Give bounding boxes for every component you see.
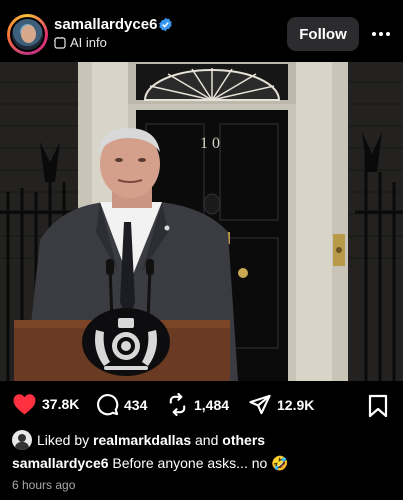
share-button[interactable]: 12.9K (248, 393, 314, 416)
repost-button[interactable]: 1,484 (166, 393, 229, 416)
verified-badge-icon (159, 17, 172, 32)
comment-count: 434 (124, 396, 148, 413)
caption-emoji: 🤣 (271, 455, 289, 471)
follow-button[interactable]: Follow (287, 17, 359, 51)
post-caption: samallardyce6 Before anyone asks... no 🤣 (12, 455, 289, 472)
post-actions-bar: 37.8K 434 1,484 12.9K (0, 385, 403, 425)
send-paper-plane-icon (249, 394, 271, 415)
more-horizontal-icon (372, 32, 390, 36)
comment-button[interactable]: 434 (96, 393, 147, 416)
like-button[interactable]: 37.8K (12, 393, 79, 415)
caption-text: Before anyone asks... no (112, 455, 268, 471)
liked-by-row[interactable]: Liked by realmarkdallas and others (12, 430, 265, 450)
avatar-image (10, 17, 45, 52)
ai-info-icon (54, 36, 66, 49)
heart-filled-icon (13, 394, 36, 415)
liked-by-avatar (12, 430, 32, 450)
profile-avatar[interactable] (7, 14, 48, 55)
post-header: samallardyce6 AI info Follow (0, 0, 403, 62)
caption-username[interactable]: samallardyce6 (12, 455, 109, 471)
ai-info-label: AI info (70, 35, 107, 50)
repost-icon (169, 393, 186, 416)
repost-count: 1,484 (194, 396, 230, 413)
post-photo[interactable]: 10 (0, 62, 403, 381)
like-count: 37.8K (42, 396, 80, 412)
share-count: 12.9K (277, 396, 315, 413)
liked-by-others[interactable]: others (222, 432, 265, 448)
post-timestamp[interactable]: 6 hours ago (12, 478, 75, 492)
bookmark-icon (368, 394, 388, 418)
comment-bubble-icon (97, 394, 119, 416)
more-options-button[interactable] (368, 22, 394, 46)
save-button[interactable] (367, 394, 389, 423)
door-number: 10 (200, 135, 224, 152)
ai-info-link[interactable]: AI info (54, 35, 107, 50)
downing-street-photo: 10 (0, 62, 403, 381)
liked-by-joiner: and (195, 432, 219, 448)
liked-by-prefix: Liked by (37, 432, 90, 448)
liked-by-user[interactable]: realmarkdallas (93, 432, 191, 448)
username[interactable]: samallardyce6 (54, 16, 157, 33)
